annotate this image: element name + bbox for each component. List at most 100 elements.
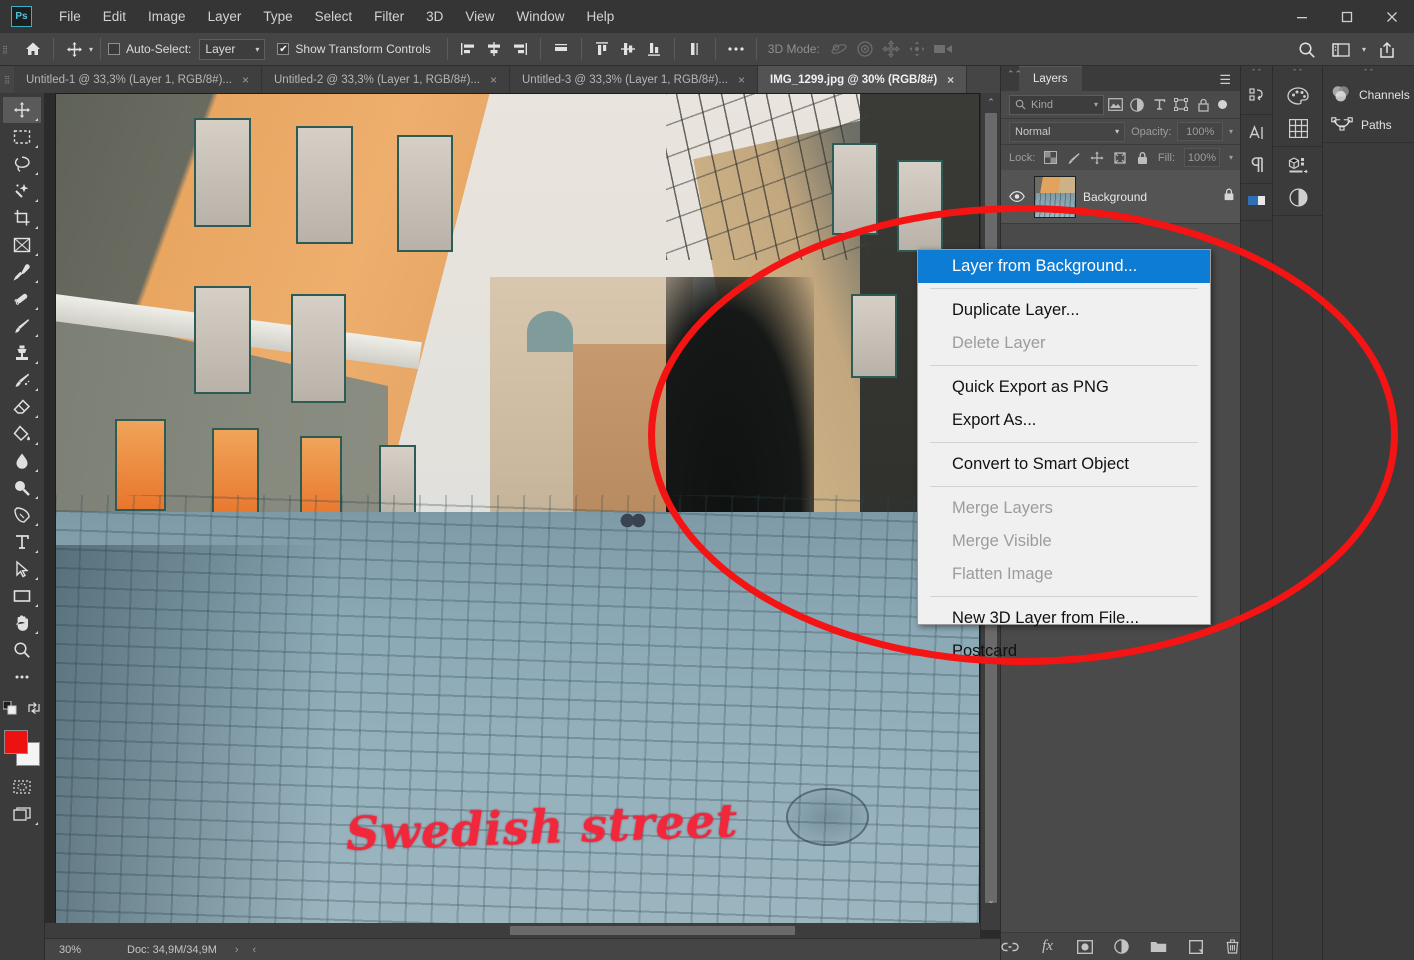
document-tab[interactable]: IMG_1299.jpg @ 30% (RGB/8#) × [758,66,968,93]
fill-field[interactable]: 100% [1184,148,1220,167]
chevron-down-icon[interactable]: ▾ [1362,45,1366,54]
eye-icon[interactable] [1007,191,1027,202]
menu-select[interactable]: Select [304,0,364,33]
context-menu-item[interactable]: Quick Export as PNG [918,371,1210,404]
filter-toggle-icon[interactable] [1218,100,1227,109]
more-options-icon[interactable] [723,36,749,62]
lock-transparent-pixels-icon[interactable] [1044,149,1058,167]
menu-3d[interactable]: 3D [415,0,454,33]
options-bar-grip[interactable]: ⣿ [0,33,10,66]
show-transform-box[interactable]: ✔ [277,43,290,55]
document-tab[interactable]: Untitled-1 @ 33,3% (Layer 1, RGB/8#)... × [14,66,262,93]
color-swatches-icon[interactable] [1273,80,1323,112]
type-tool-icon[interactable] [3,529,41,555]
path-selection-icon[interactable] [3,556,41,582]
healing-brush-icon[interactable] [3,286,41,312]
workspace-icon[interactable] [1328,37,1354,63]
tool-preset-icon[interactable] [1241,186,1273,218]
opacity-scrubber-icon[interactable]: ▾ [1229,127,1233,136]
close-tab-icon[interactable]: × [738,73,745,87]
minimize-button[interactable] [1279,0,1324,33]
image-canvas[interactable]: Swedish street [55,93,980,930]
crop-tool-icon[interactable] [3,205,41,231]
auto-select-box[interactable] [108,43,121,55]
dodge-tool-icon[interactable] [3,475,41,501]
eyedropper-icon[interactable] [3,259,41,285]
distribute-vertical-icon[interactable] [682,36,708,62]
align-right-edges-icon[interactable] [507,36,533,62]
type-layers-icon[interactable] [1148,95,1170,115]
show-transform-controls-checkbox[interactable]: ✔ Show Transform Controls [277,42,431,56]
opacity-field[interactable]: 100% [1177,122,1223,141]
slide-3d-icon[interactable] [904,36,930,62]
distribute-horizontal-icon[interactable] [548,36,574,62]
context-menu-item[interactable]: Layer from Background... [918,250,1210,283]
screen-mode-icon[interactable] [3,801,41,827]
history-icon[interactable] [1241,80,1273,112]
panel-menu-icon[interactable]: ☰ [1219,72,1231,88]
panel-item-paths[interactable]: Paths [1323,110,1414,140]
maximize-button[interactable] [1324,0,1369,33]
history-brush-icon[interactable] [3,367,41,393]
hand-tool-icon[interactable] [3,610,41,636]
close-tab-icon[interactable]: × [947,73,954,87]
auto-select-scope-dropdown[interactable]: Layer ▾ [199,38,266,60]
smart-object-icon[interactable] [1192,95,1214,115]
rectangle-tool-icon[interactable] [3,583,41,609]
swap-colors-icon[interactable] [25,695,43,721]
rectangular-marquee-icon[interactable] [3,124,41,150]
fill-scrubber-icon[interactable]: ▾ [1229,153,1233,162]
close-tab-icon[interactable]: × [490,73,497,87]
add-layer-mask-icon[interactable] [1076,938,1093,956]
menu-view[interactable]: View [454,0,505,33]
layer-style-fx-icon[interactable]: fx [1039,938,1056,956]
move-tool-icon[interactable] [3,97,41,123]
layer-row-background[interactable]: Background [1001,170,1241,224]
menu-help[interactable]: Help [575,0,625,33]
align-vertical-centers-icon[interactable] [615,36,641,62]
align-bottom-edges-icon[interactable] [641,36,667,62]
tool-preset-chevron-icon[interactable]: ▾ [89,45,93,54]
menu-window[interactable]: Window [505,0,575,33]
context-menu-item[interactable]: Export As... [918,404,1210,437]
3d-panel-icon[interactable] [1273,149,1323,181]
brush-tool-icon[interactable] [3,313,41,339]
roll-3d-icon[interactable] [852,36,878,62]
move-tool-icon[interactable] [61,36,87,62]
new-layer-icon[interactable] [1187,938,1204,956]
horizontal-scroll-thumb[interactable] [510,926,795,935]
status-collapse-arrow-icon[interactable]: ‹ [253,944,257,956]
share-icon[interactable] [1374,37,1400,63]
align-top-edges-icon[interactable] [589,36,615,62]
pixel-layers-icon[interactable] [1104,95,1126,115]
quick-selection-icon[interactable] [3,178,41,204]
rail-grip-icon[interactable]: ⌃⌃ [1241,66,1272,78]
lock-image-pixels-icon[interactable] [1067,149,1081,167]
pen-tool-icon[interactable] [3,502,41,528]
blur-tool-icon[interactable] [3,448,41,474]
menu-filter[interactable]: Filter [363,0,415,33]
context-menu-item[interactable]: Duplicate Layer... [918,294,1210,327]
search-icon[interactable] [1294,37,1320,63]
collapse-panel-icon[interactable]: ⌃⌃ [1007,69,1022,80]
context-menu-item[interactable]: Postcard [918,635,1210,668]
panel-item-channels[interactable]: Channels [1323,80,1414,110]
menu-layer[interactable]: Layer [197,0,253,33]
layer-name[interactable]: Background [1083,190,1216,204]
paragraph-icon[interactable] [1241,149,1273,181]
character-icon[interactable] [1241,117,1273,149]
delete-layer-icon[interactable] [1224,938,1241,956]
link-layers-icon[interactable] [1001,938,1019,956]
menu-edit[interactable]: Edit [92,0,137,33]
foreground-color-swatch[interactable] [4,730,28,754]
blend-mode-dropdown[interactable]: Normal ▾ [1009,121,1126,142]
tab-layers[interactable]: Layers [1019,66,1082,91]
context-menu-item[interactable]: Convert to Smart Object [918,448,1210,481]
scroll-down-arrow-icon[interactable]: ⌄ [981,895,1001,906]
close-tab-icon[interactable]: × [242,73,249,87]
camera-3d-icon[interactable] [930,36,956,62]
menu-type[interactable]: Type [252,0,303,33]
document-tab[interactable]: Untitled-2 @ 33,3% (Layer 1, RGB/8#)... × [262,66,510,93]
pan-3d-icon[interactable] [878,36,904,62]
menu-file[interactable]: File [48,0,92,33]
